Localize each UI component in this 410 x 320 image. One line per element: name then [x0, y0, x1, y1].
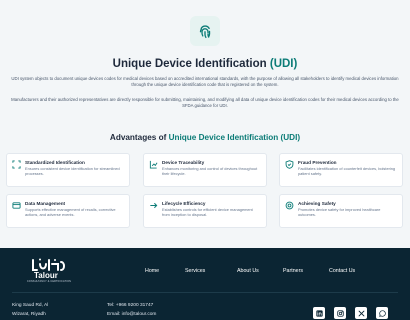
shield-check-icon	[285, 160, 294, 169]
footer-nav-home[interactable]: Home	[145, 268, 159, 274]
advantages-heading-accent: Unique Device Identification (UDI)	[168, 133, 301, 142]
fingerprint-icon	[190, 16, 220, 46]
address-line-2: Wizarat, Riyadh	[12, 312, 46, 317]
card-title: Standardized Identification	[25, 160, 85, 165]
safety-target-icon	[285, 201, 294, 210]
card-description: Ensures consistent device identification…	[25, 166, 120, 176]
whatsapp-icon[interactable]	[376, 307, 388, 319]
hero-section: Unique Device Identification (UDI) UDI s…	[0, 0, 410, 248]
advantages-heading: Advantages of Unique Device Identificati…	[0, 133, 410, 142]
card-description: Supports effective management of recalls…	[25, 207, 116, 217]
page-title: Unique Device Identification (UDI)	[0, 58, 410, 70]
card-title: Device Traceability	[162, 160, 205, 165]
arrow-right-icon	[149, 201, 158, 210]
responsibility-paragraph: Manufacturers and their authorized repre…	[11, 97, 399, 109]
card-title: Fraud Prevention	[298, 160, 337, 165]
page-title-main: Unique Device Identification	[112, 58, 267, 70]
advantage-card-fraud-prevention: Fraud Prevention Facilitates identificat…	[279, 153, 403, 187]
advantage-card-lifecycle-efficiency: Lifecycle Efficiency Establishes control…	[143, 194, 267, 228]
scan-icon	[12, 160, 21, 169]
logo-tagline: CONSULTANCY & CERTIFICATION	[27, 280, 72, 283]
instagram-icon[interactable]	[334, 307, 346, 319]
card-description: Establishes controls for efficient devic…	[162, 207, 253, 217]
footer: Talour CONSULTANCY & CERTIFICATION Home …	[0, 248, 410, 320]
logo-text: Talour	[34, 271, 58, 280]
email-address[interactable]: Email: info@talour.com	[107, 312, 156, 317]
advantage-card-standardized-identification: Standardized Identification Ensures cons…	[6, 153, 130, 187]
card-title: Lifecycle Efficiency	[162, 201, 206, 206]
linkedin-icon[interactable]	[313, 307, 325, 319]
advantage-card-achieving-safety: Achieving Safety Promotes device safety …	[279, 194, 403, 228]
footer-nav-contact-us[interactable]: Contact Us	[329, 268, 355, 274]
page-title-accent: (UDI)	[269, 58, 298, 70]
card-description: Enhances monitoring and control of devic…	[162, 166, 258, 176]
card-description: Promotes device safety for improved heal…	[298, 207, 381, 217]
address-line-1: King Saud Rd, Al	[12, 303, 49, 308]
card-title: Achieving Safety	[298, 201, 336, 206]
advantage-card-data-management: Data Management Supports effective manag…	[6, 194, 130, 228]
x-icon[interactable]	[355, 307, 367, 319]
footer-nav-services[interactable]: Services	[185, 268, 205, 274]
advantage-card-device-traceability: Device Traceability Enhances monitoring …	[143, 153, 267, 187]
data-management-icon	[12, 201, 21, 210]
card-title: Data Management	[25, 201, 66, 206]
phone-number[interactable]: Tel: +966 9200 31747	[107, 303, 153, 308]
intro-paragraph: UDI system objects to document unique de…	[11, 76, 399, 88]
footer-nav-about-us[interactable]: About Us	[237, 268, 259, 274]
traceability-icon	[149, 160, 158, 169]
footer-divider	[12, 292, 398, 293]
advantages-heading-main: Advantages of	[109, 133, 167, 142]
footer-nav-partners[interactable]: Partners	[283, 268, 303, 274]
card-description: Facilitates identification of counterfei…	[298, 166, 396, 176]
